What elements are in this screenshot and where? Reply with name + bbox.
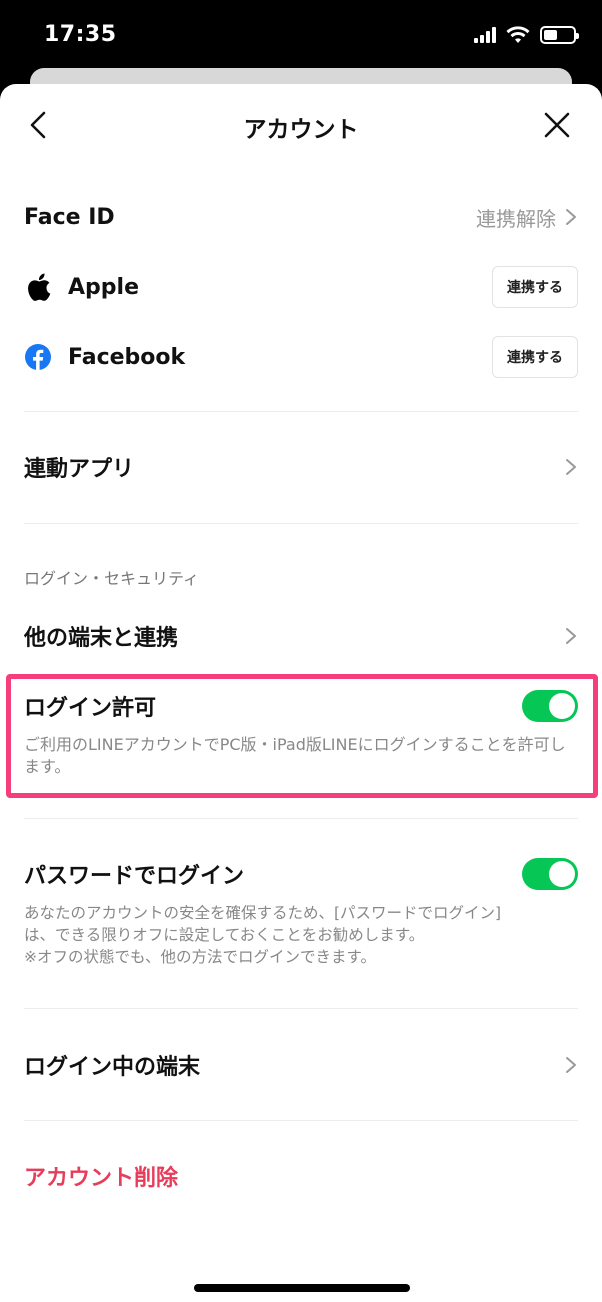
allow-login-row: ログイン許可 [24,688,578,724]
divider [24,523,578,524]
home-indicator [194,1284,410,1292]
chevron-right-icon [566,209,576,225]
close-icon[interactable] [542,110,572,140]
delete-account-row[interactable]: アカウント削除 [24,1159,578,1193]
delete-account-label: アカウント削除 [24,1166,179,1191]
linked-apps-label: 連動アプリ [24,457,135,482]
facebook-row: Facebook 連携する [24,334,578,380]
description-line: あなたのアカウントの安全を確保するため、[パスワードでログイン] [24,904,502,922]
section-header-login-security: ログイン・セキュリティ [24,569,200,588]
face-id-status: 連携解除 [476,206,556,231]
face-id-row[interactable]: Face ID 連携解除 [24,200,578,234]
logged-in-devices-row[interactable]: ログイン中の端末 [24,1048,578,1082]
wifi-icon [506,26,530,43]
other-devices-label: 他の端末と連携 [24,626,179,651]
password-login-description: あなたのアカウントの安全を確保するため、[パスワードでログイン] は、できる限り… [24,902,578,968]
description-line: ※オフの状態でも、他の方法でログインできます。 [24,948,376,966]
other-devices-right [564,627,578,645]
chevron-right-icon [566,628,576,644]
status-time: 17:35 [44,22,117,47]
face-id-label: Face ID [24,204,115,230]
linked-apps-right [564,458,578,476]
facebook-link-button[interactable]: 連携する [492,336,578,378]
apple-label: Apple [68,274,139,300]
facebook-icon [24,343,52,371]
apple-link-button[interactable]: 連携する [492,266,578,308]
nav-bar: アカウント [0,84,602,168]
allow-login-label: ログイン許可 [24,696,157,721]
chevron-right-icon [566,459,576,475]
logged-in-devices-label: ログイン中の端末 [24,1055,201,1080]
divider [24,411,578,412]
apple-row: Apple 連携する [24,264,578,310]
other-devices-row[interactable]: 他の端末と連携 [24,619,578,653]
linked-apps-row[interactable]: 連動アプリ [24,450,578,484]
status-icons [474,26,579,44]
account-sheet: アカウント Face ID 連携解除 Apple 連携する Facebook 連… [0,84,602,1302]
facebook-label: Facebook [68,344,186,370]
divider [24,818,578,819]
cellular-signal-icon [474,27,496,43]
allow-login-toggle[interactable] [522,690,578,722]
password-login-row: パスワードでログイン [24,856,578,892]
password-login-label: パスワードでログイン [24,864,245,889]
face-id-right: 連携解除 [476,203,578,232]
password-login-toggle[interactable] [522,858,578,890]
page-title: アカウント [243,117,359,143]
logged-in-devices-right [564,1056,578,1074]
chevron-right-icon [566,1057,576,1073]
divider [24,1008,578,1009]
apple-icon [24,273,52,301]
allow-login-description: ご利用のLINEアカウントでPC版・iPad版LINEにログインすることを許可し… [24,735,566,776]
battery-icon [540,26,579,44]
status-bar: 17:35 [0,0,602,70]
divider [24,1120,578,1121]
description-line: は、できる限りオフに設定しておくことをお勧めします。 [24,926,425,944]
